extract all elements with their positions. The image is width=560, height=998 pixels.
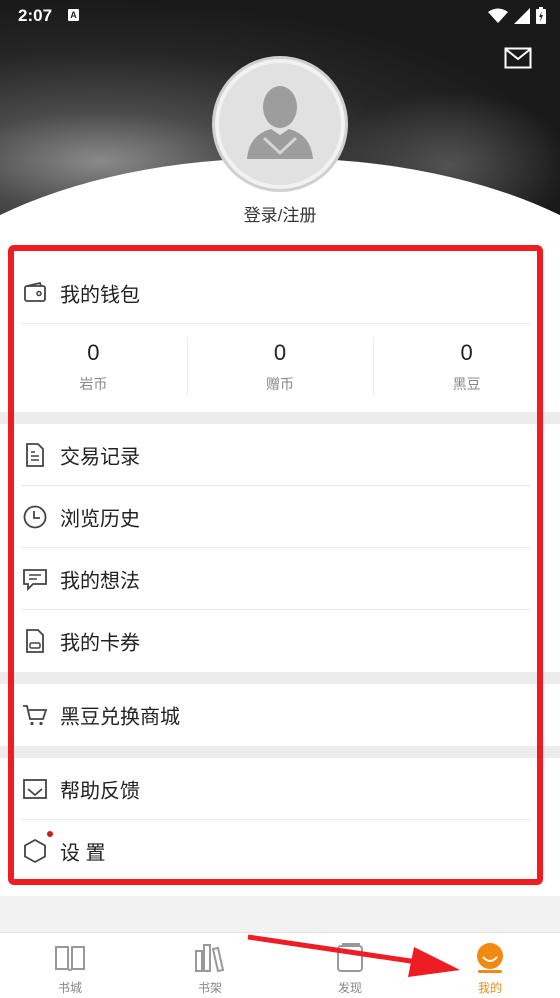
stat-zengbi[interactable]: 0 赠币 xyxy=(186,324,374,412)
tab-label: 书架 xyxy=(197,981,222,995)
notification-dot xyxy=(47,831,53,837)
menu-item-label: 交易记录 xyxy=(60,446,140,469)
battery-icon xyxy=(536,7,546,24)
avatar[interactable] xyxy=(219,63,341,185)
bookshelf-icon xyxy=(195,944,225,973)
default-avatar-icon xyxy=(247,86,313,159)
tab-bookshelf[interactable]: 书架 xyxy=(140,933,280,998)
tab-label: 书城 xyxy=(57,981,82,995)
cart-icon xyxy=(23,705,48,726)
message-mail-icon[interactable] xyxy=(504,47,532,69)
menu-panel: 我的钱包 0 岩币 0 赠币 0 黑豆 交易记录 浏览历史 我的想法 我的卡券 … xyxy=(0,262,560,882)
menu-item-label: 帮助反馈 xyxy=(60,780,140,803)
profile-smile-icon xyxy=(477,943,503,973)
menu-item-exchange-mall[interactable]: 黑豆兑换商城 xyxy=(0,684,560,746)
card-icon xyxy=(26,629,44,653)
menu-item-label: 浏览历史 xyxy=(60,508,140,531)
notification-a-icon: A xyxy=(68,9,79,21)
wallet-title: 我的钱包 xyxy=(60,284,140,307)
menu-item-settings[interactable]: 设 置 xyxy=(0,820,560,882)
wallet-row[interactable]: 我的钱包 xyxy=(0,262,560,324)
book-icon xyxy=(55,946,85,971)
stat-label: 赠币 xyxy=(266,376,294,392)
bottom-tab-bar: 书城 书架 发现 我的 xyxy=(0,932,560,998)
status-time: 2:07 xyxy=(18,6,53,25)
document-icon xyxy=(26,443,44,467)
wifi-icon xyxy=(488,8,508,23)
menu-item-help-feedback[interactable]: 帮助反馈 xyxy=(0,758,560,820)
feedback-mail-icon xyxy=(23,779,47,799)
stat-yanbi[interactable]: 0 岩币 xyxy=(0,324,187,412)
tab-bookstore[interactable]: 书城 xyxy=(0,933,140,998)
stat-label: 黑豆 xyxy=(452,376,481,392)
discover-icon xyxy=(337,943,363,972)
login-register-link[interactable]: 登录/注册 xyxy=(0,201,560,226)
stat-heidou[interactable]: 0 黑豆 xyxy=(373,324,560,412)
stat-value: 0 xyxy=(273,340,287,365)
menu-item-coupons[interactable]: 我的卡券 xyxy=(0,610,560,672)
tab-label: 我的 xyxy=(477,981,502,995)
menu-item-thoughts[interactable]: 我的想法 xyxy=(0,548,560,610)
menu-item-label: 我的卡券 xyxy=(60,632,140,655)
tab-mine[interactable]: 我的 xyxy=(420,933,560,998)
menu-item-label: 黑豆兑换商城 xyxy=(60,706,180,729)
wallet-stats: 0 岩币 0 赠币 0 黑豆 xyxy=(0,324,560,412)
tab-discover[interactable]: 发现 xyxy=(280,933,420,998)
clock-icon xyxy=(23,505,47,529)
menu-item-history[interactable]: 浏览历史 xyxy=(0,486,560,548)
signal-icon xyxy=(514,7,530,24)
stat-value: 0 xyxy=(460,340,473,365)
stat-label: 岩币 xyxy=(79,376,108,392)
wallet-icon xyxy=(24,281,46,302)
menu-item-label: 我的想法 xyxy=(60,570,140,593)
tab-label: 发现 xyxy=(337,981,362,995)
status-bar: 2:07 A xyxy=(0,0,560,32)
menu-item-label: 设 置 xyxy=(60,842,106,865)
stat-value: 0 xyxy=(87,340,100,365)
hexagon-settings-icon xyxy=(24,838,46,864)
menu-item-transactions[interactable]: 交易记录 xyxy=(0,424,560,486)
comment-icon xyxy=(23,569,47,592)
